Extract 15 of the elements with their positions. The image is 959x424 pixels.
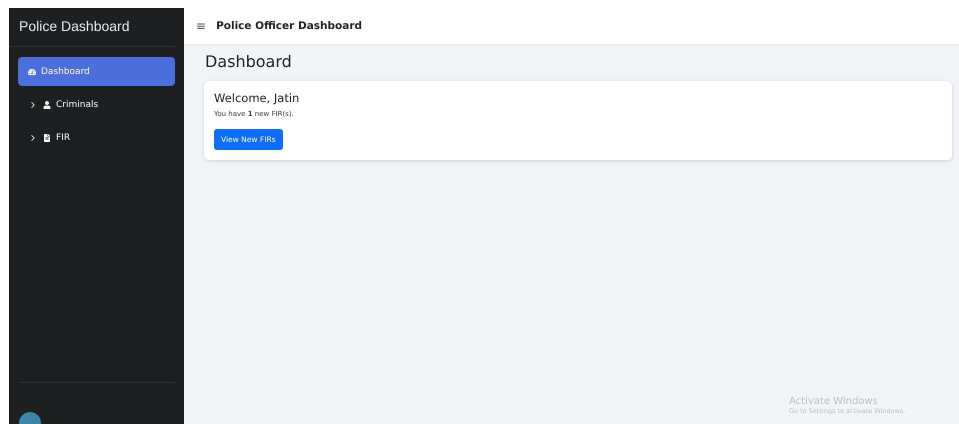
sidebar-item-label: Criminals — [56, 100, 98, 110]
sidebar-item-label: FIR — [56, 132, 70, 142]
welcome-heading: Welcome, Jatin — [214, 91, 300, 105]
document-icon — [43, 134, 51, 142]
menu-button[interactable]: ≡ — [196, 19, 206, 33]
gauge-icon — [28, 68, 36, 76]
sidebar-item-label: Dashboard — [41, 66, 90, 76]
user-icon — [43, 100, 51, 108]
sidebar-item[interactable]: FIR — [18, 123, 175, 152]
sidebar-brand: Police Dashboard — [9, 8, 175, 47]
sidebar-item[interactable]: Criminals — [18, 90, 175, 119]
sidebar-item[interactable]: Dashboard — [18, 57, 175, 86]
page-title: Dashboard — [205, 52, 293, 71]
activation-title: Activate Windows — [789, 396, 879, 407]
top-bar-title: Police Officer Dashboard — [216, 20, 362, 32]
